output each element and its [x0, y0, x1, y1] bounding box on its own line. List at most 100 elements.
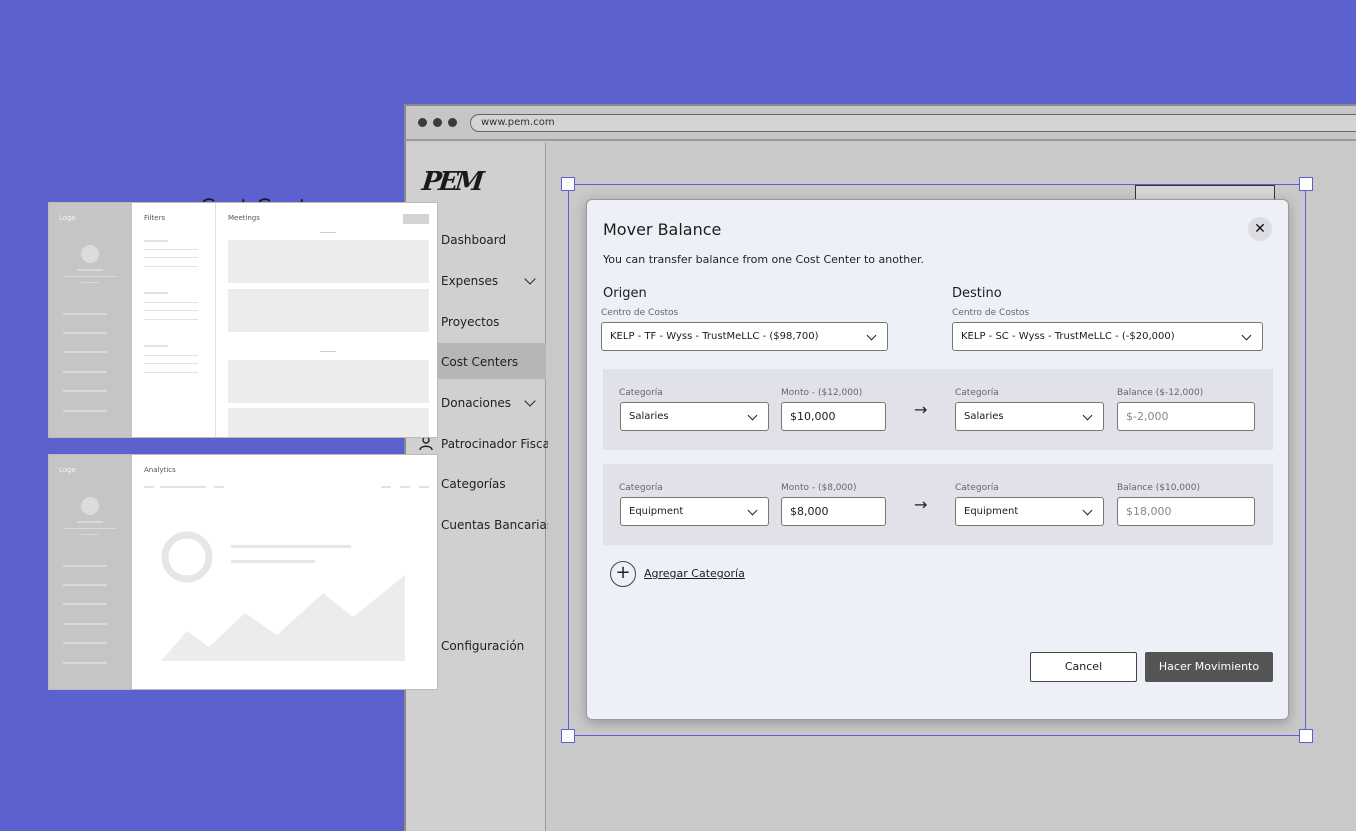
- resize-handle[interactable]: [561, 729, 575, 743]
- wireframe-line: [63, 371, 107, 373]
- wireframe-logo-label: Logo: [59, 214, 76, 222]
- sidebar-item-expenses[interactable]: Expenses: [441, 274, 498, 288]
- wireframe-line: [144, 486, 154, 488]
- mover-balance-dialog: Mover Balance ✕ You can transfer balance…: [586, 199, 1289, 720]
- destination-category-value: Salaries: [964, 411, 1004, 422]
- sidebar-item-donaciones[interactable]: Donaciones: [441, 396, 511, 410]
- sidebar-item-dashboard[interactable]: Dashboard: [441, 233, 506, 247]
- chevron-down-icon: [747, 410, 758, 421]
- balance-label: Balance ($10,000): [1117, 483, 1200, 493]
- sidebar-item-cost-centers[interactable]: Cost Centers: [441, 355, 518, 369]
- browser-chrome: www.pem.com: [406, 106, 1356, 141]
- resize-handle[interactable]: [561, 177, 575, 191]
- wireframe-line: [144, 345, 168, 347]
- wireframe-line: [144, 292, 168, 294]
- wireframe-line: [160, 486, 206, 488]
- wireframe-avatar: [81, 245, 99, 263]
- wireframe-line: [77, 269, 103, 271]
- wireframe-line: [63, 642, 107, 644]
- origin-category-value: Equipment: [629, 506, 684, 517]
- wireframe-line: [63, 565, 107, 567]
- wireframe-button: [403, 214, 429, 224]
- wireframe-analytics-label: Analytics: [144, 466, 176, 474]
- origin-cost-center-select[interactable]: KELP - TF - Wyss - TrustMeLLC - ($98,700…: [601, 322, 888, 351]
- wireframe-line: [144, 266, 198, 267]
- chevron-down-icon: [1241, 330, 1252, 341]
- wireframe-card: [228, 289, 429, 332]
- destination-category-select[interactable]: Equipment: [955, 497, 1104, 526]
- chevron-down-icon: [866, 330, 877, 341]
- sidebar-item-proyectos[interactable]: Proyectos: [441, 315, 499, 329]
- wireframe-line: [144, 257, 198, 258]
- destination-cost-center-select[interactable]: KELP - SC - Wyss - TrustMeLLC - (-$20,00…: [952, 322, 1263, 351]
- wireframe-line: [320, 232, 336, 233]
- close-icon[interactable]: ✕: [1248, 217, 1272, 241]
- wireframe-line: [81, 534, 99, 535]
- category-transfer-row: Categoría Equipment Monto - ($8,000) $8,…: [603, 464, 1273, 545]
- chevron-down-icon[interactable]: [524, 395, 536, 407]
- amount-input[interactable]: $10,000: [781, 402, 886, 431]
- window-dot-icon: [448, 118, 457, 127]
- sidebar-item-patrocinador-fiscal[interactable]: Patrocinador Fiscal: [441, 437, 553, 451]
- balance-label: Balance ($-12,000): [1117, 388, 1204, 398]
- wireframe-line: [63, 276, 117, 277]
- wireframe-line: [63, 623, 107, 625]
- balance-field: $-2,000: [1117, 402, 1255, 431]
- origin-category-label: Categoría: [619, 388, 663, 398]
- address-bar[interactable]: www.pem.com: [470, 114, 1356, 132]
- destination-cost-center-value: KELP - SC - Wyss - TrustMeLLC - (-$20,00…: [961, 331, 1175, 342]
- wireframe-card: [228, 360, 429, 403]
- person-icon: [419, 436, 433, 450]
- wireframe-line: [144, 310, 198, 311]
- sidebar-item-configuracion[interactable]: Configuración: [441, 639, 524, 653]
- wireframe-line: [144, 240, 168, 242]
- hacer-movimiento-button[interactable]: Hacer Movimiento: [1145, 652, 1273, 682]
- wireframe-filters-label: Filters: [144, 214, 165, 222]
- origin-category-select[interactable]: Salaries: [620, 402, 769, 431]
- wireframe-line: [63, 351, 107, 353]
- resize-handle[interactable]: [1299, 729, 1313, 743]
- wireframe-thumbnail-meetings: Logo Filters Meetings: [48, 202, 438, 438]
- wireframe-line: [144, 363, 198, 364]
- wireframe-line: [63, 313, 107, 315]
- arrow-right-icon: →: [914, 495, 928, 514]
- wireframe-line: [144, 372, 198, 373]
- destination-cost-center-label: Centro de Costos: [952, 308, 1030, 318]
- category-transfer-row: Categoría Salaries Monto - ($12,000) $10…: [603, 369, 1273, 450]
- wireframe-thumbnail-analytics: Logo Analytics: [48, 454, 438, 690]
- wireframe-line: [144, 302, 198, 303]
- destination-category-select[interactable]: Salaries: [955, 402, 1104, 431]
- amount-label: Monto - ($12,000): [781, 388, 863, 398]
- origin-cost-center-value: KELP - TF - Wyss - TrustMeLLC - ($98,700…: [610, 331, 819, 342]
- amount-input[interactable]: $8,000: [781, 497, 886, 526]
- sidebar-item-categorias[interactable]: Categorías: [441, 477, 506, 491]
- destination-category-value: Equipment: [964, 506, 1019, 517]
- cancel-button[interactable]: Cancel: [1030, 652, 1137, 682]
- dialog-title: Mover Balance: [603, 220, 722, 239]
- chevron-down-icon: [1082, 410, 1093, 421]
- add-category-link[interactable]: Agregar Categoría: [644, 567, 745, 580]
- wireframe-line: [320, 351, 336, 352]
- wireframe-line: [81, 282, 99, 283]
- plus-circle-icon[interactable]: +: [610, 561, 636, 587]
- wireframe-line: [381, 486, 391, 488]
- wireframe-line: [63, 528, 117, 529]
- window-dot-icon: [418, 118, 427, 127]
- sidebar-item-cuentas-bancarias[interactable]: Cuentas Bancarias: [441, 518, 553, 532]
- wireframe-line: [144, 319, 198, 320]
- origin-category-select[interactable]: Equipment: [620, 497, 769, 526]
- chevron-down-icon[interactable]: [524, 273, 536, 285]
- resize-handle[interactable]: [1299, 177, 1313, 191]
- wireframe-chart: [161, 531, 405, 661]
- amount-label: Monto - ($8,000): [781, 483, 857, 493]
- wireframe-line: [214, 486, 224, 488]
- wireframe-sidebar: Logo: [49, 203, 132, 437]
- wireframe-line: [144, 355, 198, 356]
- destination-heading: Destino: [952, 286, 1002, 301]
- wireframe-line: [63, 390, 107, 392]
- app-logo: PEM: [420, 167, 483, 197]
- origin-cost-center-label: Centro de Costos: [601, 308, 679, 318]
- wireframe-line: [63, 662, 107, 664]
- origin-category-value: Salaries: [629, 411, 669, 422]
- wireframe-line: [63, 603, 107, 605]
